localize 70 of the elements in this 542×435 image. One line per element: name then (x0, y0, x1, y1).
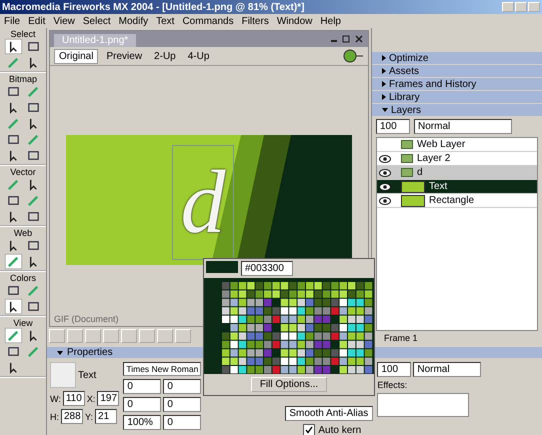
menu-item[interactable]: Window (276, 16, 312, 26)
effects-list[interactable] (377, 393, 470, 417)
tool-section-title: Vector (9, 167, 37, 177)
anti-alias-dropdown[interactable]: Smooth Anti-Alias (285, 406, 374, 421)
field-label: H: (50, 412, 59, 422)
menu-item[interactable]: Modify (118, 16, 148, 26)
fill-options-button[interactable]: Fill Options... (250, 377, 328, 392)
view-tab[interactable]: 2-Up (150, 50, 180, 62)
menu-item[interactable]: Select (82, 16, 111, 26)
menu-item[interactable]: Filters (242, 16, 269, 26)
panel-header[interactable]: Optimize (372, 52, 542, 64)
menu-item[interactable]: Text (156, 16, 174, 26)
space-before-field[interactable]: 0 (163, 397, 202, 412)
swatch-grid-drawing[interactable] (204, 278, 374, 374)
opacity-field[interactable]: 100 (377, 362, 412, 377)
layer-row[interactable]: Web Layer (377, 138, 537, 152)
hex-field[interactable]: #003300 (241, 261, 293, 276)
tool-section-title: Bitmap (8, 74, 38, 84)
menu-item[interactable]: View (53, 16, 75, 26)
panel-header[interactable]: Layers (372, 104, 542, 116)
panel-header[interactable]: Assets (372, 65, 542, 77)
scale-field[interactable]: 100% (123, 415, 162, 430)
document-window-controls-icon[interactable] (330, 34, 364, 44)
y-field[interactable]: 21 (95, 409, 118, 424)
eye-icon[interactable] (379, 196, 391, 204)
eye-icon[interactable] (379, 154, 391, 162)
layer-row[interactable]: d (377, 166, 537, 180)
blend-mode-dropdown[interactable]: Normal (414, 119, 512, 134)
layer-object-row[interactable]: Text (377, 180, 537, 194)
layer-object-row[interactable]: Rectangle (377, 194, 537, 208)
document-status: GIF (Document) (53, 314, 120, 326)
color-preview (206, 261, 238, 273)
tool-icon[interactable] (4, 39, 22, 54)
view-tab[interactable]: Original (54, 48, 98, 64)
height-field[interactable]: 288 (61, 409, 83, 424)
width-field[interactable]: 110 (62, 391, 85, 406)
frame-label: Frame 1 (383, 332, 419, 345)
field-label: Y: (85, 412, 94, 422)
indent-field[interactable]: 0 (123, 397, 162, 412)
space-after-field[interactable]: 0 (163, 415, 202, 430)
kerning-field[interactable]: 0 (123, 379, 162, 394)
tool-icon[interactable] (4, 299, 22, 314)
window-title: Macromedia Fireworks MX 2004 - [Untitled-1.png @ 81% (Text)*] (2, 2, 304, 12)
menu-item[interactable]: Edit (28, 16, 46, 26)
eye-icon[interactable] (379, 168, 391, 176)
auto-kern-checkbox[interactable]: Auto kern (285, 424, 374, 435)
font-dropdown[interactable]: Times New Roman (123, 362, 202, 376)
tool-section-title: View (12, 318, 34, 328)
opacity-field[interactable]: 100 (376, 119, 410, 134)
tool-section-title: Colors (8, 273, 37, 283)
object-type-label: Text (78, 370, 96, 380)
field-label: X: (86, 394, 96, 404)
globe-icon[interactable] (342, 49, 364, 63)
menu-item[interactable]: Commands (182, 16, 234, 26)
menu-item[interactable]: Help (320, 16, 341, 26)
checkmark-icon[interactable] (305, 426, 314, 434)
x-field[interactable]: 197 (97, 391, 120, 406)
leading-field[interactable]: 0 (163, 379, 202, 394)
effects-label: Effects: (377, 380, 408, 390)
panel-header[interactable]: Library (372, 91, 542, 103)
view-tab[interactable]: 4-Up (184, 50, 214, 62)
eye-icon[interactable] (379, 182, 391, 190)
blend-mode-dropdown[interactable]: Normal (413, 362, 482, 377)
tool-section-title: Web (12, 228, 34, 238)
field-label: W: (50, 394, 61, 404)
object-thumbnail (50, 362, 76, 388)
view-tab[interactable]: Preview (102, 50, 146, 62)
menu-item[interactable]: File (4, 16, 20, 26)
panel-header[interactable]: Frames and History (372, 78, 542, 90)
tool-section-title: Select (9, 29, 36, 39)
